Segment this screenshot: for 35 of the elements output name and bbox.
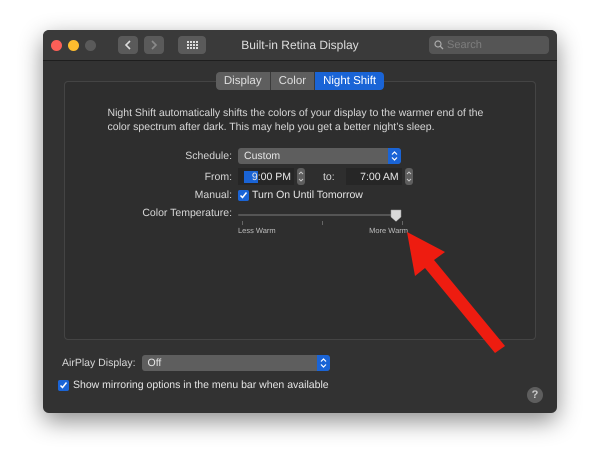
window-title: Built-in Retina Display	[240, 38, 360, 52]
minimize-icon[interactable]	[68, 40, 79, 50]
checkbox[interactable]	[58, 380, 69, 390]
search-icon	[434, 40, 444, 50]
select-arrows-icon	[388, 148, 401, 164]
grid-icon	[186, 41, 198, 49]
show-all-button[interactable]	[178, 36, 206, 54]
airplay-select[interactable]: Off	[142, 355, 330, 371]
checkbox-label: Turn On Until Tomorrow	[252, 189, 363, 201]
checkbox-label: Show mirroring options in the menu bar when available	[73, 379, 329, 391]
chevron-left-icon	[124, 40, 132, 50]
chevron-right-icon	[150, 40, 158, 50]
manual-label: Manual:	[194, 189, 232, 201]
to-label: to:	[323, 170, 335, 182]
color-temperature-label: Color Temperature:	[141, 207, 232, 219]
schedule-select[interactable]: Custom	[238, 148, 401, 164]
to-time-field[interactable]: 7:00 AM	[346, 168, 402, 185]
zoom-icon	[85, 40, 96, 50]
stepper[interactable]	[404, 168, 413, 185]
tab[interactable]: Night Shift	[315, 72, 384, 90]
select-arrows-icon	[316, 355, 330, 371]
from-label: From:	[204, 170, 232, 182]
forward-button[interactable]	[144, 36, 164, 54]
back-button[interactable]	[118, 36, 138, 54]
help-button[interactable]: ?	[527, 387, 543, 403]
schedule-label: Schedule:	[184, 150, 232, 162]
tab[interactable]: Color	[270, 72, 316, 90]
close-icon[interactable]	[51, 40, 62, 50]
airplay-label: AirPlay Display:	[62, 357, 136, 369]
description-text: Night Shift automatically shifts the colors of your display to the warmer end of the color spectrum after dark. This may help you get a better night’s sleep.	[108, 106, 484, 134]
tab[interactable]: Display	[216, 72, 271, 90]
checkbox[interactable]	[238, 190, 249, 200]
stepper[interactable]	[297, 168, 305, 185]
from-time-field[interactable]: 9:00 PM	[238, 168, 294, 185]
slider-thumb[interactable]	[390, 209, 402, 222]
